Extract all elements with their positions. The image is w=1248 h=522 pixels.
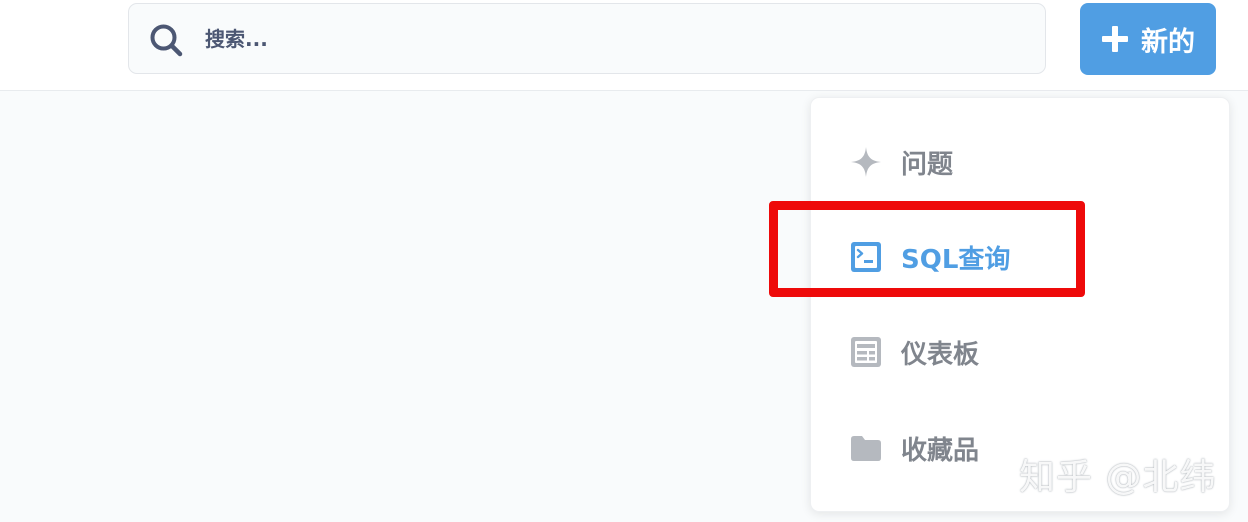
menu-item-sql-query[interactable]: SQL查询	[849, 233, 1010, 281]
menu-item-collection[interactable]: 收藏品	[849, 424, 979, 472]
dashboard-icon	[851, 337, 881, 367]
search-icon	[150, 24, 183, 57]
folder-icon	[851, 436, 881, 461]
menu-item-question[interactable]: 问题	[849, 138, 953, 186]
plus-icon	[1102, 26, 1128, 52]
menu-item-label: 仪表板	[901, 339, 980, 370]
top-bar: 新的	[0, 0, 1248, 91]
menu-item-label: SQL查询	[901, 244, 1011, 275]
sparkle-icon	[851, 147, 881, 177]
watermark: 知乎 @北纬	[1019, 457, 1217, 498]
search-bar[interactable]	[128, 3, 1046, 74]
new-button-label: 新的	[1141, 26, 1195, 58]
search-input[interactable]	[205, 4, 1025, 73]
menu-item-label: 问题	[901, 149, 954, 180]
menu-item-dashboard[interactable]: 仪表板	[849, 328, 979, 376]
menu-item-label: 收藏品	[901, 435, 980, 466]
new-button[interactable]: 新的	[1080, 3, 1216, 75]
terminal-icon	[851, 242, 881, 272]
